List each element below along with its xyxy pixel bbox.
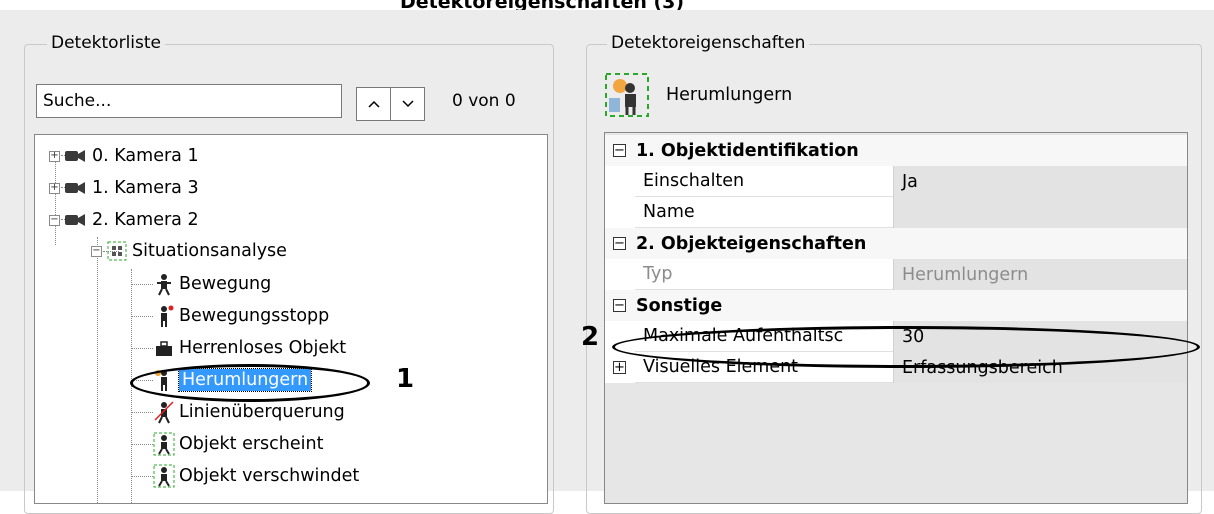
detector-header: Herumlungern [604, 72, 792, 118]
chevron-up-icon [367, 100, 380, 108]
category-sonstige[interactable]: − Sonstige [605, 290, 1187, 321]
camera-icon [65, 214, 85, 226]
person-icon [154, 401, 174, 424]
camera-icon [65, 182, 85, 194]
tree-item-label: Bewegung [179, 274, 272, 294]
expand-icon[interactable]: + [49, 182, 60, 194]
collapse-icon[interactable]: − [91, 245, 102, 257]
callout-number-1: 1 [396, 364, 415, 394]
tree-item-camera-2[interactable]: − 2. Kamera 2 [49, 205, 199, 235]
tree-item-label: Objekt erscheint [179, 434, 324, 454]
person-icon [161, 305, 174, 327]
callout-ellipse-2 [612, 326, 1200, 368]
person-icon [153, 432, 175, 456]
tree-item-label: 1. Kamera 3 [92, 178, 199, 198]
property-value[interactable] [893, 197, 1187, 228]
tree-item-label: Objekt verschwindet [179, 466, 360, 486]
loitering-detector-icon [605, 73, 649, 117]
tree-line [131, 444, 153, 445]
property-name: Einschalten [635, 166, 893, 197]
search-input[interactable] [36, 84, 342, 118]
property-value[interactable]: Ja [893, 166, 1187, 197]
callout-number-2: 2 [581, 322, 600, 352]
search-down-button[interactable] [390, 87, 425, 121]
tree-item-label: Bewegungsstopp [179, 306, 330, 326]
category-objekteigenschaften[interactable]: − 2. Objekteigenschaften [605, 228, 1187, 259]
property-row-name[interactable]: Name [605, 197, 1187, 228]
tree-item-bewegung[interactable]: Bewegung [153, 269, 271, 299]
tree-line [131, 284, 153, 285]
tree-item-label: Herrenloses Objekt [179, 338, 347, 358]
tree-item-herrenloses-objekt[interactable]: Herrenloses Objekt [153, 333, 346, 363]
tree-item-camera-0[interactable]: + 0. Kamera 1 [49, 141, 199, 171]
collapse-icon[interactable]: − [613, 299, 626, 312]
property-row-typ[interactable]: Typ Herumlungern [605, 259, 1187, 290]
collapse-icon[interactable]: − [613, 144, 626, 157]
analysis-icon [107, 241, 127, 261]
tree-item-label: Situationsanalyse [132, 241, 287, 261]
category-title: 1. Objektidentifikation [636, 140, 859, 161]
expand-icon[interactable]: + [613, 361, 626, 374]
tree-line [131, 476, 153, 477]
collapse-icon[interactable]: − [613, 237, 626, 250]
detector-tree[interactable]: + 0. Kamera 1 + 1. Kamera 3 − 2. Kamera … [34, 134, 548, 504]
detector-name: Herumlungern [666, 85, 793, 105]
person-icon [153, 464, 175, 488]
tree-line [131, 316, 153, 317]
tree-line [97, 237, 98, 503]
tree-item-objekt-erscheint[interactable]: Objekt erscheint [153, 429, 323, 459]
tree-item-situationsanalyse[interactable]: − Situationsanalyse [91, 236, 287, 266]
detector-list-title: Detektorliste [47, 33, 166, 53]
property-value: Herumlungern [893, 259, 1187, 290]
property-grid[interactable]: − 1. Objektidentifikation Einschalten Ja… [604, 132, 1188, 504]
property-name: Name [635, 197, 893, 228]
expand-icon[interactable]: + [49, 150, 60, 162]
category-title: 2. Objekteigenschaften [636, 233, 867, 254]
tree-item-camera-1[interactable]: + 1. Kamera 3 [49, 173, 199, 203]
person-icon [157, 274, 171, 296]
detector-properties-title: Detektoreigenschaften [607, 33, 810, 53]
tree-line [131, 348, 153, 349]
tree-item-label: 2. Kamera 2 [92, 210, 199, 230]
tree-line [131, 412, 153, 413]
property-name: Typ [635, 259, 893, 290]
tree-item-label: 0. Kamera 1 [92, 146, 199, 166]
search-up-button[interactable] [356, 87, 391, 121]
category-objektidentifikation[interactable]: − 1. Objektidentifikation [605, 135, 1187, 166]
chevron-down-icon [401, 100, 414, 108]
tree-item-objekt-verschwindet[interactable]: Objekt verschwindet [153, 461, 359, 491]
category-title: Sonstige [636, 295, 723, 316]
property-row-einschalten[interactable]: Einschalten Ja [605, 166, 1187, 197]
collapse-icon[interactable]: − [49, 214, 60, 226]
search-count-label: 0 von 0 [452, 91, 516, 111]
camera-icon [65, 150, 85, 162]
tree-item-bewegungsstopp[interactable]: Bewegungsstopp [153, 301, 329, 331]
briefcase-icon [156, 341, 172, 356]
callout-ellipse-1 [130, 364, 370, 402]
tree-item-label: Linienüberquerung [179, 402, 345, 422]
